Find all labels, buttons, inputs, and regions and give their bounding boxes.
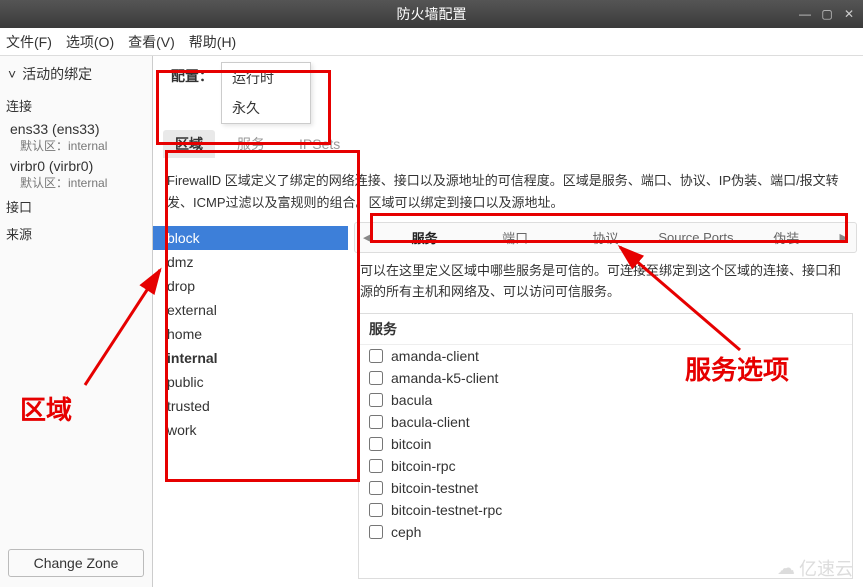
tab-ipsets[interactable]: IPSets <box>287 132 352 156</box>
service-row[interactable]: amanda-client <box>359 345 852 367</box>
service-checkbox[interactable] <box>369 481 383 495</box>
subtab-source-ports[interactable]: Source Ports <box>651 225 741 250</box>
service-row[interactable]: bitcoin <box>359 433 852 455</box>
close-icon[interactable]: ✕ <box>841 6 857 22</box>
connection-name: virbr0 (virbr0) <box>10 158 142 174</box>
subtab-service[interactable]: 服务 <box>379 223 469 252</box>
cloud-icon: ☁ <box>777 558 795 579</box>
service-checkbox[interactable] <box>369 525 383 539</box>
config-label: 配置： <box>163 62 221 90</box>
service-name: bitcoin-testnet <box>391 480 478 496</box>
menu-help[interactable]: 帮助(H) <box>189 32 236 52</box>
config-dropdown[interactable]: 运行时 永久 <box>221 62 311 124</box>
menubar: 文件(F) 选项(O) 查看(V) 帮助(H) <box>0 28 863 56</box>
connection-name: ens33 (ens33) <box>10 121 142 137</box>
change-zone-button[interactable]: Change Zone <box>8 549 144 577</box>
service-name: amanda-k5-client <box>391 370 498 386</box>
service-row[interactable]: bacula <box>359 389 852 411</box>
zone-item-dmz[interactable]: dmz <box>153 250 348 274</box>
service-column-header: 服务 <box>359 314 852 345</box>
zone-item-block[interactable]: block <box>153 226 348 250</box>
service-name: bitcoin-rpc <box>391 458 456 474</box>
menu-file[interactable]: 文件(F) <box>6 32 52 52</box>
zone-item-internal[interactable]: internal <box>153 346 348 370</box>
zone-item-work[interactable]: work <box>153 418 348 442</box>
watermark: ☁ 亿速云 <box>777 555 853 581</box>
chevron-down-icon: ˅ <box>8 66 16 82</box>
connection-zone: 默认区：internal <box>10 174 142 191</box>
service-checkbox[interactable] <box>369 459 383 473</box>
config-option-permanent[interactable]: 永久 <box>222 93 310 123</box>
right-pane: 配置： 运行时 永久 区域 服务 IPSets FirewallD 区域定义了绑… <box>153 56 863 587</box>
zone-list: block dmz drop external home internal pu… <box>153 220 348 587</box>
scroll-left-icon[interactable]: ◀ <box>355 227 379 248</box>
service-name: ceph <box>391 524 421 540</box>
service-row[interactable]: bacula-client <box>359 411 852 433</box>
sub-tabs: ◀ 服务 端口 协议 Source Ports 伪装 ▶ <box>354 222 857 253</box>
active-bindings-expander[interactable]: ˅ 活动的绑定 <box>0 56 152 92</box>
service-checkbox[interactable] <box>369 393 383 407</box>
service-row[interactable]: bitcoin-testnet <box>359 477 852 499</box>
service-name: bitcoin-testnet-rpc <box>391 502 502 518</box>
left-pane: ˅ 活动的绑定 连接 ens33 (ens33) 默认区：internal vi… <box>0 56 153 587</box>
service-name: bitcoin <box>391 436 431 452</box>
service-checkbox[interactable] <box>369 349 383 363</box>
service-checkbox[interactable] <box>369 437 383 451</box>
service-name: amanda-client <box>391 348 479 364</box>
service-description: 可以在这里定义区域中哪些服务是可信的。可连接至绑定到这个区域的连接、接口和源的所… <box>348 255 863 309</box>
zone-item-home[interactable]: home <box>153 322 348 346</box>
config-option-runtime[interactable]: 运行时 <box>222 63 310 93</box>
connection-zone: 默认区：internal <box>10 137 142 154</box>
scroll-right-icon[interactable]: ▶ <box>832 227 856 248</box>
active-bindings-label: 活动的绑定 <box>22 64 92 84</box>
service-row[interactable]: amanda-k5-client <box>359 367 852 389</box>
zone-description: FirewallD 区域定义了绑定的网络连接、接口以及源地址的可信程度。区域是服… <box>153 164 863 220</box>
service-name: bacula-client <box>391 414 470 430</box>
tab-zone[interactable]: 区域 <box>163 130 215 158</box>
zone-item-trusted[interactable]: trusted <box>153 394 348 418</box>
zone-item-drop[interactable]: drop <box>153 274 348 298</box>
titlebar: 防火墙配置 — ▢ ✕ <box>0 0 863 28</box>
service-row[interactable]: bitcoin-testnet-rpc <box>359 499 852 521</box>
window-title: 防火墙配置 <box>397 4 467 24</box>
service-row[interactable]: bitcoin-rpc <box>359 455 852 477</box>
minimize-icon[interactable]: — <box>797 6 813 22</box>
connection-item[interactable]: ens33 (ens33) 默认区：internal <box>0 119 152 156</box>
main-tabs: 区域 服务 IPSets <box>153 124 863 164</box>
watermark-text: 亿速云 <box>799 555 853 581</box>
interfaces-header: 接口 <box>0 193 152 220</box>
service-list: 服务 amanda-client amanda-k5-client bacula ba… <box>358 313 853 579</box>
service-row[interactable]: ceph <box>359 521 852 543</box>
zone-item-public[interactable]: public <box>153 370 348 394</box>
subtab-protocol[interactable]: 协议 <box>560 223 650 252</box>
service-name: bacula <box>391 392 432 408</box>
subtab-ports[interactable]: 端口 <box>470 223 560 252</box>
service-checkbox[interactable] <box>369 503 383 517</box>
maximize-icon[interactable]: ▢ <box>819 6 835 22</box>
subtab-masquerade[interactable]: 伪装 <box>741 223 831 252</box>
zone-item-external[interactable]: external <box>153 298 348 322</box>
connections-header: 连接 <box>0 92 152 119</box>
sources-header: 来源 <box>0 220 152 247</box>
connection-item[interactable]: virbr0 (virbr0) 默认区：internal <box>0 156 152 193</box>
tab-services[interactable]: 服务 <box>225 130 277 158</box>
service-checkbox[interactable] <box>369 415 383 429</box>
menu-view[interactable]: 查看(V) <box>128 32 175 52</box>
service-checkbox[interactable] <box>369 371 383 385</box>
menu-options[interactable]: 选项(O) <box>66 32 114 52</box>
